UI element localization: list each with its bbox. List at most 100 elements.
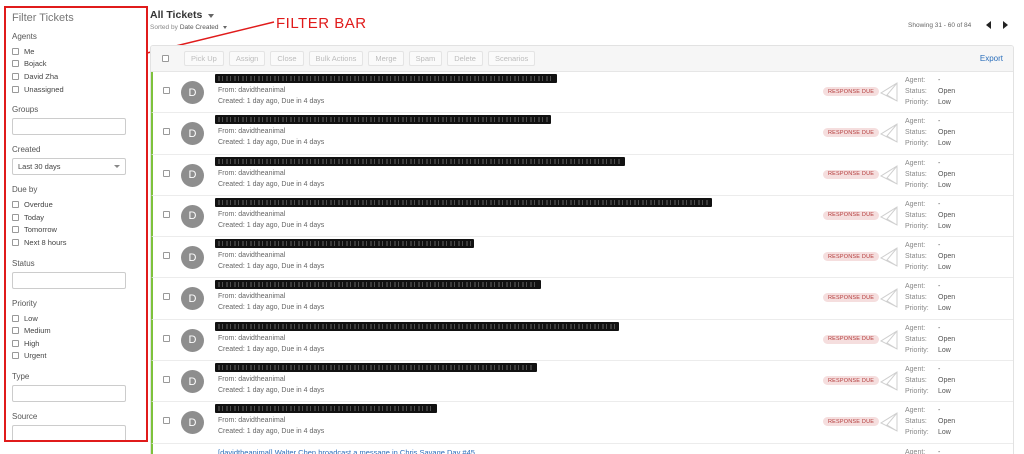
agent-option-me[interactable]: Me <box>12 45 140 58</box>
priority-value[interactable]: Low <box>938 221 951 232</box>
status-value[interactable]: Open <box>938 86 955 97</box>
source-input[interactable] <box>12 425 126 440</box>
export-link[interactable]: Export <box>980 54 1003 63</box>
checkbox[interactable] <box>12 352 19 360</box>
toolbar-pick-up-button[interactable]: Pick Up <box>184 51 224 66</box>
agent-value[interactable]: - <box>938 281 940 292</box>
status-value[interactable]: Open <box>938 169 955 180</box>
agent-value[interactable]: - <box>938 405 940 416</box>
redacted-subject[interactable] <box>215 239 474 249</box>
ticket-row[interactable]: D From: davidtheanimal Created: 1 day ago,… <box>151 237 1013 279</box>
priority-option-medium[interactable]: Medium <box>12 324 140 337</box>
select-all-checkbox[interactable] <box>162 55 169 62</box>
type-input[interactable] <box>12 385 126 403</box>
checkbox[interactable] <box>12 327 19 335</box>
due-option-today[interactable]: Today <box>12 211 140 224</box>
ticket-row[interactable]: D From: davidtheanimal Created: 1 day ago,… <box>151 154 1013 196</box>
status-value[interactable]: Open <box>938 334 955 345</box>
priority-value[interactable]: Low <box>938 262 951 273</box>
ticket-row[interactable]: D From: davidtheanimal Created: 1 day ago,… <box>151 113 1013 155</box>
ticket-checkbox[interactable] <box>163 334 170 342</box>
agent-option-david-zha[interactable]: David Zha <box>12 70 140 83</box>
redacted-subject[interactable] <box>215 197 712 207</box>
checkbox[interactable] <box>12 72 19 80</box>
status-input[interactable] <box>12 271 126 289</box>
checkbox[interactable] <box>12 85 19 93</box>
redacted-subject[interactable] <box>215 280 541 290</box>
next-page-button[interactable] <box>997 17 1013 33</box>
ticket-row[interactable]: D From: davidtheanimal Created: 1 day ago,… <box>151 72 1013 114</box>
ticket-checkbox[interactable] <box>163 417 170 425</box>
ticket-checkbox[interactable] <box>163 252 170 260</box>
ticket-row[interactable]: D From: davidtheanimal Created: 1 day ago,… <box>151 361 1013 403</box>
priority-option-high[interactable]: High <box>12 337 140 350</box>
checkbox[interactable] <box>12 201 19 209</box>
toolbar-assign-button[interactable]: Assign <box>228 51 266 66</box>
ticket-checkbox[interactable] <box>163 210 170 218</box>
priority-option-low[interactable]: Low <box>12 312 140 325</box>
agent-value[interactable]: - <box>938 116 940 127</box>
toolbar-spam-button[interactable]: Spam <box>408 51 443 66</box>
checkbox[interactable] <box>12 213 19 221</box>
priority-value[interactable]: Low <box>938 138 951 149</box>
priority-value[interactable]: Low <box>938 97 951 108</box>
redacted-subject[interactable] <box>215 404 437 414</box>
toolbar-close-button[interactable]: Close <box>270 51 304 66</box>
ticket-checkbox[interactable] <box>163 169 170 177</box>
ticket-checkbox[interactable] <box>163 376 170 384</box>
status-value[interactable]: Open <box>938 416 955 427</box>
toolbar-merge-button[interactable]: Merge <box>368 51 404 66</box>
checkbox[interactable] <box>12 339 19 347</box>
agent-value[interactable]: - <box>938 158 940 169</box>
ticket-row[interactable]: [davidtheanimal] Walter Chen broadcast a… <box>151 443 1013 454</box>
redacted-subject[interactable] <box>215 363 537 373</box>
priority-value[interactable]: Low <box>938 386 951 397</box>
sort-selector[interactable]: Sorted by Date Created <box>150 24 227 31</box>
status-value[interactable]: Open <box>938 251 955 262</box>
agent-value[interactable]: - <box>938 240 940 251</box>
redacted-subject[interactable] <box>215 156 625 166</box>
priority-value[interactable]: Low <box>938 303 951 314</box>
agent-value[interactable]: - <box>938 199 940 210</box>
priority-option-urgent[interactable]: Urgent <box>12 350 140 363</box>
status-value[interactable]: Open <box>938 127 955 138</box>
ticket-checkbox[interactable] <box>163 293 170 301</box>
checkbox[interactable] <box>12 47 19 55</box>
ticket-row[interactable]: D From: davidtheanimal Created: 1 day ago,… <box>151 278 1013 320</box>
ticket-checkbox[interactable] <box>163 87 170 94</box>
priority-value[interactable]: Low <box>938 427 951 438</box>
toolbar-delete-button[interactable]: Delete <box>447 51 483 66</box>
checkbox[interactable] <box>12 238 19 246</box>
checkbox[interactable] <box>12 314 19 322</box>
redacted-subject[interactable] <box>215 74 557 83</box>
priority-value[interactable]: Low <box>938 345 951 356</box>
ticket-row[interactable]: D From: davidtheanimal Created: 1 day ago,… <box>151 319 1013 362</box>
view-selector[interactable]: All Tickets <box>150 9 215 21</box>
agent-option-unassigned[interactable]: Unassigned <box>12 83 140 96</box>
agent-value[interactable]: - <box>938 323 940 334</box>
due-option-next-8-hours[interactable]: Next 8 hours <box>12 236 140 249</box>
groups-input[interactable] <box>12 118 126 136</box>
status-value[interactable]: Open <box>938 292 955 303</box>
agent-option-bojack[interactable]: Bojack <box>12 58 140 71</box>
previous-page-button[interactable] <box>980 17 996 33</box>
ticket-row[interactable]: D From: davidtheanimal Created: 1 day ago,… <box>151 402 1013 444</box>
due-option-overdue[interactable]: Overdue <box>12 198 140 211</box>
status-value[interactable]: Open <box>938 375 955 386</box>
created-select[interactable]: Last 30 days <box>12 158 126 176</box>
toolbar-scenarios-button[interactable]: Scenarios <box>487 51 536 66</box>
agent-value[interactable]: - <box>938 75 940 86</box>
status-value[interactable]: Open <box>938 210 955 221</box>
redacted-subject[interactable] <box>215 115 551 125</box>
checkbox[interactable] <box>12 60 19 68</box>
agent-value[interactable]: - <box>938 364 940 375</box>
ticket-row[interactable]: D From: davidtheanimal Created: 1 day ago,… <box>151 195 1013 238</box>
toolbar-bulk-actions-button[interactable]: Bulk Actions <box>308 51 364 66</box>
ticket-subject-link[interactable]: [davidtheanimal] Walter Chen broadcast a… <box>218 448 475 454</box>
agent-value[interactable]: - <box>938 447 940 454</box>
priority-value[interactable]: Low <box>938 180 951 191</box>
ticket-checkbox[interactable] <box>163 128 170 136</box>
checkbox[interactable] <box>12 226 19 234</box>
redacted-subject[interactable] <box>215 321 619 331</box>
due-option-tomorrow[interactable]: Tomorrow <box>12 224 140 237</box>
